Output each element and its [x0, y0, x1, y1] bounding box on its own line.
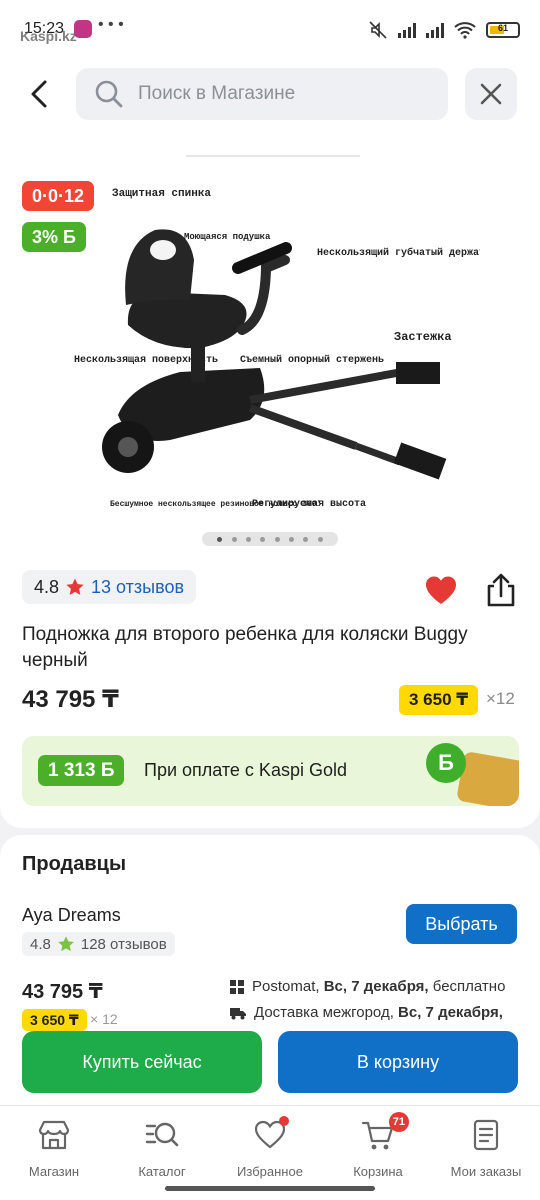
pager-dot — [260, 536, 266, 542]
seller-rating-value: 4.8 — [30, 935, 51, 953]
store-icon — [38, 1120, 70, 1150]
postomat-icon — [230, 979, 244, 994]
bottom-tab-bar: Магазин Каталог Избранное 71 Корзина Мои… — [0, 1105, 540, 1200]
gold-bonus-chip: 1 313 Б — [38, 755, 125, 786]
gold-banner-text: При оплате с Kaspi Gold — [144, 760, 347, 780]
monthly-payment-badge[interactable]: 3 650 ₸ — [399, 685, 479, 715]
label-cushion: Моющаяся подушка — [184, 232, 271, 242]
tab-favorites[interactable]: Избранное — [216, 1114, 324, 1184]
product-title: Подножка для второго ребенка для коляски… — [22, 624, 468, 671]
tab-store[interactable]: Магазин — [0, 1114, 108, 1184]
close-icon — [480, 83, 502, 105]
kaspi-overlay-label: Kaspi.kz — [20, 28, 77, 44]
label-height: Регулируемая высота — [252, 499, 366, 510]
label-clamp: Застежка — [394, 330, 452, 344]
mute-icon — [369, 21, 387, 39]
seller-price: 43 795 ₸ — [22, 981, 103, 1003]
signal-icon — [398, 22, 416, 38]
sellers-title: Продавцы — [22, 853, 127, 875]
action-bar: Купить сейчас В корзину — [0, 1015, 540, 1105]
bonus-badge: 3% Б — [22, 222, 86, 252]
seller-reviews: 128 отзывов — [80, 935, 167, 953]
back-button[interactable] — [18, 72, 62, 116]
product-image[interactable]: Защитная спинка Моющаяся подушка Несколь… — [60, 150, 480, 530]
installment-badge: 0·0·12 — [22, 181, 95, 211]
pager-dot — [217, 536, 223, 542]
tab-label: Магазин — [28, 1164, 80, 1179]
bonus-coin-icon: Б — [426, 743, 466, 783]
star-icon — [66, 578, 84, 595]
share-icon[interactable] — [484, 572, 518, 608]
tab-label: Корзина — [353, 1164, 403, 1179]
label-back: Защитная спинка — [112, 188, 211, 200]
pager-dot — [274, 536, 280, 542]
top-bar: Поиск в Магазине — [0, 60, 540, 140]
seller-rating[interactable]: 4.8 128 отзывов — [22, 932, 175, 956]
cart-count-badge: 71 — [388, 1112, 409, 1132]
tab-label: Мои заказы — [450, 1164, 522, 1179]
back-arrow-icon — [31, 80, 47, 108]
delivery-postomat: Postomat, Вс, 7 декабря, бесплатно — [230, 978, 505, 995]
search-input[interactable]: Поиск в Магазине — [76, 68, 448, 120]
search-icon — [95, 80, 123, 108]
status-bar: 15:23 Kaspi.kz • • • 61 — [0, 0, 540, 60]
product-card: Защитная спинка Моющаяся подушка Несколь… — [0, 140, 540, 828]
signal-icon — [426, 22, 444, 38]
pager-dot — [231, 536, 237, 542]
tab-cart[interactable]: 71 Корзина — [324, 1112, 432, 1184]
favorites-dot — [279, 1116, 289, 1126]
more-notifications: • • • — [98, 16, 124, 33]
label-handle: Нескользящий губчатый держатель — [317, 246, 480, 259]
close-search-button[interactable] — [465, 68, 517, 120]
kaspi-gold-banner[interactable]: 1 313 Б При оплате с Kaspi Gold Б — [22, 736, 519, 806]
star-icon — [58, 936, 74, 952]
battery-icon: 61 — [486, 22, 520, 38]
choose-seller-button[interactable]: Выбрать — [406, 904, 517, 944]
tab-catalog[interactable]: Каталог — [108, 1114, 216, 1184]
tab-orders[interactable]: Мои заказы — [432, 1114, 540, 1184]
rating-value: 4.8 — [34, 576, 60, 597]
label-surface: Нескользящая поверхность — [74, 355, 218, 366]
pager-dot — [303, 536, 309, 542]
instagram-icon — [74, 20, 92, 38]
product-price: 43 795 ₸ — [22, 686, 119, 713]
buy-now-button[interactable]: Купить сейчас — [22, 1031, 262, 1093]
label-rod: Съемный опорный стержень — [240, 354, 384, 366]
orders-icon — [473, 1119, 499, 1151]
wifi-icon — [454, 22, 476, 39]
tab-label: Каталог — [138, 1164, 186, 1179]
pager-dot — [288, 536, 294, 542]
heart-icon[interactable] — [424, 574, 458, 608]
rating-reviews-link[interactable]: 4.8 13 отзывов — [22, 570, 197, 604]
add-to-cart-button[interactable]: В корзину — [278, 1031, 518, 1093]
search-placeholder: Поиск в Магазине — [138, 83, 296, 104]
reviews-count: 13 отзывов — [91, 576, 185, 597]
gallery-pager[interactable] — [202, 532, 338, 546]
catalog-search-icon — [145, 1122, 179, 1147]
home-indicator[interactable] — [165, 1186, 375, 1191]
tab-label: Избранное — [237, 1164, 303, 1179]
pager-dot — [317, 536, 323, 542]
pager-dot — [245, 536, 251, 542]
seller-name[interactable]: Aya Dreams — [22, 905, 121, 926]
monthly-term: ×12 — [486, 689, 515, 708]
